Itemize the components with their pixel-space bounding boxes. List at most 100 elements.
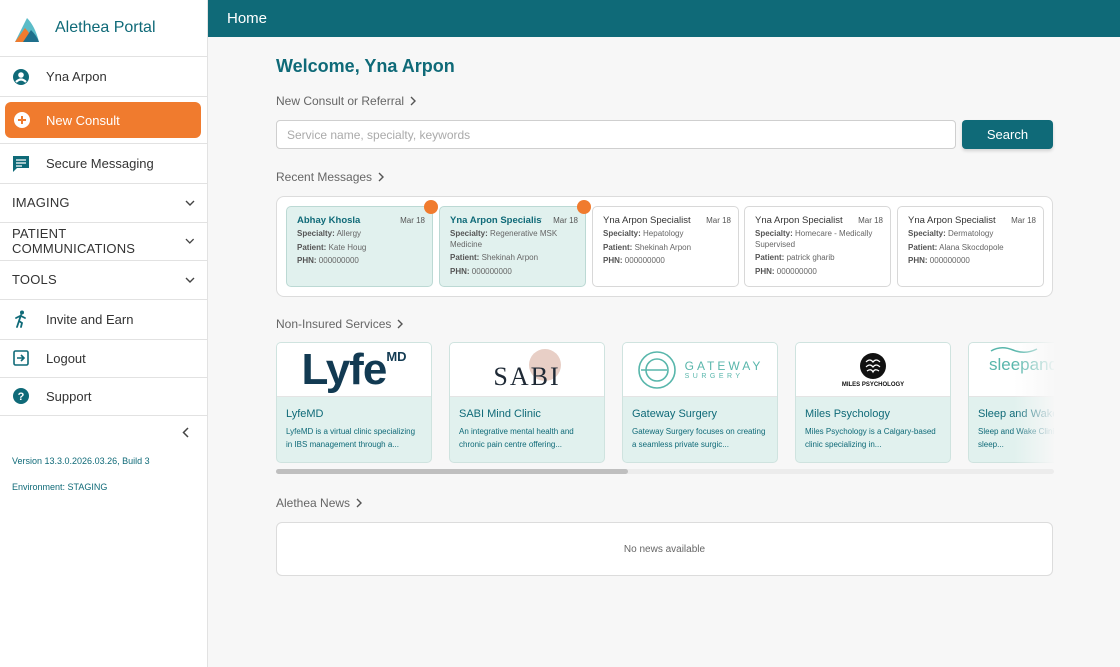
message-icon (12, 155, 30, 173)
message-phn: PHN: 000000000 (450, 266, 512, 276)
service-description: An integrative mental health and chronic… (459, 427, 574, 449)
service-description: Gateway Surgery focuses on creating a se… (632, 427, 766, 449)
service-card[interactable]: GATEWAY SURGERY Gateway Surgery Gateway … (622, 342, 778, 463)
sidebar-item-label: Yna Arpon (46, 69, 107, 84)
sleep-and-wake-logo: sleepandwake (969, 343, 1054, 397)
new-consult-wrap: New Consult (0, 97, 207, 144)
gateway-surgery-logo: GATEWAY SURGERY (623, 343, 777, 397)
sidebar-section-tools[interactable]: TOOLS (0, 261, 207, 300)
sidebar-section-imaging[interactable]: IMAGING (0, 184, 207, 223)
chevron-right-icon (397, 319, 404, 329)
service-card[interactable]: Lyfe MD LyfeMD LyfeMD is a virtual clinic… (276, 342, 432, 463)
service-description: LyfeMD is a virtual clinic specializing … (286, 427, 416, 449)
message-date: Mar 18 (858, 216, 883, 225)
sabi-logo: SABI (450, 343, 604, 397)
message-sender: Abhay Khosla (297, 215, 361, 226)
message-date: Mar 18 (553, 216, 578, 225)
service-name: Miles Psychology (805, 408, 890, 420)
message-specialty: Specialty: Dermatology (908, 229, 994, 238)
message-patient: Patient: Shekinah Arpon (450, 253, 539, 262)
sidebar-item-label: Logout (46, 350, 86, 366)
message-card[interactable]: Yna Arpon Specialist Mar 18 Specialty: R… (439, 200, 591, 287)
service-card[interactable]: sleepandwake Sleep and Wake Clinic Sleep… (968, 342, 1054, 463)
message-specialty: Specialty: Regenerative MSK Medicine (450, 229, 558, 249)
miles-psychology-logo: MILES PSYCHOLOGY (796, 343, 950, 397)
alethea-logo-icon (15, 18, 39, 42)
service-card[interactable]: MILES PSYCHOLOGY Miles Psychology Miles … (795, 342, 951, 463)
chevron-right-icon (410, 96, 417, 106)
brand[interactable]: Alethea Portal (0, 0, 207, 57)
chevron-left-icon (182, 427, 189, 438)
services-scrollbar[interactable] (276, 469, 1054, 474)
sidebar-item-label: Invite and Earn (46, 311, 134, 327)
message-date: Mar 18 (400, 216, 425, 225)
message-sender: Yna Arpon Specialist (908, 215, 996, 226)
message-phn: PHN: 000000000 (908, 256, 970, 265)
link-label: Non-Insured Services (276, 317, 392, 331)
service-description: Miles Psychology is a Calgary-based clin… (805, 427, 936, 449)
message-card[interactable]: Abhay Khosla Mar 18 Specialty: Allergy P… (286, 200, 438, 287)
gateway-emblem-icon (637, 350, 676, 389)
unread-dot (424, 200, 438, 214)
lyfemd-logo: Lyfe MD (277, 343, 431, 397)
collapse-sidebar-button[interactable] (0, 418, 207, 448)
link-label: Alethea News (276, 496, 351, 510)
sidebar-section-patient-communications[interactable]: PATIENT COMMUNICATIONS (0, 223, 207, 261)
help-icon: ? (12, 387, 30, 405)
chevron-down-icon (185, 200, 195, 206)
service-description: Sleep and Wake Clinic subspecialised sle… (978, 427, 1054, 449)
alethea-news-link[interactable]: Alethea News (276, 496, 363, 510)
message-card[interactable]: Yna Arpon Specialist Mar 18 Specialty: D… (897, 206, 1044, 287)
chevron-right-icon (356, 498, 363, 508)
chevron-down-icon (185, 238, 195, 245)
recent-messages-panel: Abhay Khosla Mar 18 Specialty: Allergy P… (276, 196, 1053, 297)
message-phn: PHN: 000000000 (603, 256, 665, 265)
chevron-down-icon (185, 277, 195, 283)
brain-icon (860, 352, 886, 379)
message-phn: PHN: 000000000 (297, 256, 359, 265)
message-sender: Yna Arpon Specialist (450, 215, 542, 226)
message-patient: Patient: Shekinah Arpon (603, 242, 692, 252)
message-patient: Patient: Kate Houg (297, 242, 367, 252)
message-card[interactable]: Yna Arpon Specialist Mar 18 Specialty: H… (592, 206, 739, 287)
message-patient: Patient: patrick gharib (755, 253, 835, 262)
message-specialty: Specialty: Homecare - Medically Supervis… (755, 229, 873, 249)
sidebar-item-invite[interactable]: Invite and Earn (0, 300, 207, 340)
services-carousel[interactable]: Lyfe MD LyfeMD LyfeMD is a virtual clinic… (276, 342, 1054, 464)
version-text: Version 13.3.0.2026.03.26, Build 3 (12, 455, 150, 466)
new-consult-link[interactable]: New Consult or Referral (276, 94, 417, 108)
section-label: TOOLS (12, 272, 57, 288)
message-patient: Patient: Alana Skocdopole (908, 242, 1004, 252)
link-label: Recent Messages (276, 170, 373, 184)
sidebar-item-profile[interactable]: Yna Arpon (0, 57, 207, 97)
plus-circle-icon (14, 112, 30, 128)
service-name: Sleep and Wake Clinic (978, 408, 1054, 420)
welcome-heading: Welcome, Yna Arpon (276, 56, 455, 76)
service-name: Gateway Surgery (632, 408, 717, 420)
sidebar-item-secure-messaging[interactable]: Secure Messaging (0, 144, 207, 184)
environment-text: Environment: STAGING (12, 481, 108, 492)
service-name: LyfeMD (286, 408, 324, 420)
message-card[interactable]: Yna Arpon Specialist Mar 18 Specialty: H… (744, 206, 891, 287)
svg-text:?: ? (18, 391, 25, 403)
recent-messages-link[interactable]: Recent Messages (276, 170, 385, 184)
scrollbar-thumb[interactable] (276, 469, 628, 474)
service-name: SABI Mind Clinic (459, 408, 541, 420)
sidebar-item-support[interactable]: ? Support (0, 378, 207, 416)
non-insured-services-link[interactable]: Non-Insured Services (276, 317, 404, 331)
top-bar: Home (208, 0, 1120, 37)
sidebar-item-label: Support (46, 388, 92, 404)
service-card[interactable]: SABI SABI Mind Clinic An integrative men… (449, 342, 605, 463)
person-run-icon (12, 310, 30, 328)
unread-dot (577, 200, 591, 214)
message-date: Mar 18 (1011, 216, 1036, 225)
sidebar: Alethea Portal Yna Arpon New Consult Sec… (0, 0, 208, 667)
search-input[interactable] (276, 120, 956, 149)
sidebar-item-logout[interactable]: Logout (0, 340, 207, 378)
news-panel: No news available (276, 522, 1053, 576)
wave-icon (990, 347, 1038, 353)
new-consult-button[interactable]: New Consult (5, 102, 201, 138)
message-phn: PHN: 000000000 (755, 266, 817, 276)
search-button[interactable]: Search (962, 120, 1053, 149)
sidebar-item-label: Secure Messaging (46, 156, 154, 171)
